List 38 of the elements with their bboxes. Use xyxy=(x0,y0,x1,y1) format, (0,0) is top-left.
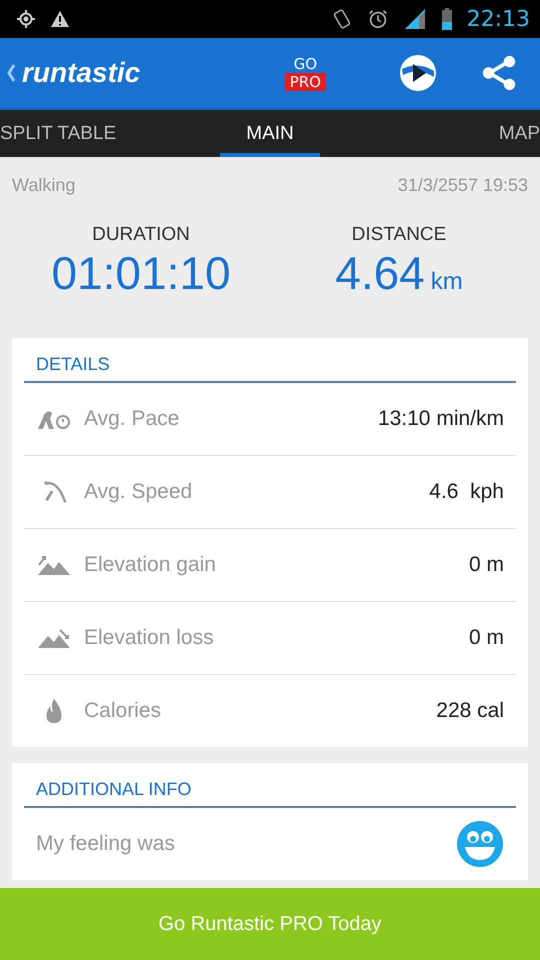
stat-label: DURATION xyxy=(92,224,190,246)
battery-icon xyxy=(440,7,453,31)
stat-label: DISTANCE xyxy=(352,224,446,246)
stat-unit: km xyxy=(430,268,463,296)
stat-value: 4.64 xyxy=(335,246,425,300)
status-time: 22:13 xyxy=(466,6,530,32)
section-title: ADDITIONAL INFO xyxy=(24,763,516,808)
pro-badge: PRO xyxy=(284,73,326,91)
detail-value: 13:10 min/km xyxy=(378,407,504,431)
detail-label: Elevation gain xyxy=(84,553,217,577)
warning-icon xyxy=(50,9,70,29)
detail-value: 0 m xyxy=(468,626,504,650)
mountain-up-icon xyxy=(36,553,72,577)
app-logo: runtastic xyxy=(22,57,140,89)
section-title: DETAILS xyxy=(24,338,516,383)
feeling-label: My feeling was xyxy=(36,832,176,856)
detail-label: Calories xyxy=(84,699,162,723)
detail-value: 0 m xyxy=(468,553,504,577)
activity-date: 31/3/2557 19:53 xyxy=(398,175,528,196)
tab[interactable]: MAP xyxy=(498,110,540,157)
detail-label: Avg. Speed xyxy=(84,480,194,504)
back-icon[interactable] xyxy=(6,63,16,83)
share-icon[interactable] xyxy=(480,54,518,92)
smiley-icon[interactable] xyxy=(456,820,504,868)
tab[interactable]: SPLIT TABLE xyxy=(0,110,220,157)
go-pro-button[interactable]: GO PRO xyxy=(284,55,326,91)
go-label: GO xyxy=(294,55,318,73)
detail-value: 228 cal xyxy=(436,699,504,723)
alarm-icon xyxy=(366,8,389,30)
tab[interactable]: MAIN xyxy=(220,110,320,157)
detail-label: Avg. Pace xyxy=(84,407,180,431)
activity-type: Walking xyxy=(12,175,76,196)
detail-value: 4.6 kph xyxy=(429,480,504,504)
play-icon[interactable] xyxy=(398,53,438,93)
detail-label: Elevation loss xyxy=(84,626,215,650)
location-icon xyxy=(16,9,36,29)
signal-icon xyxy=(402,7,427,31)
stat-value: 01:01:10 xyxy=(51,246,231,300)
